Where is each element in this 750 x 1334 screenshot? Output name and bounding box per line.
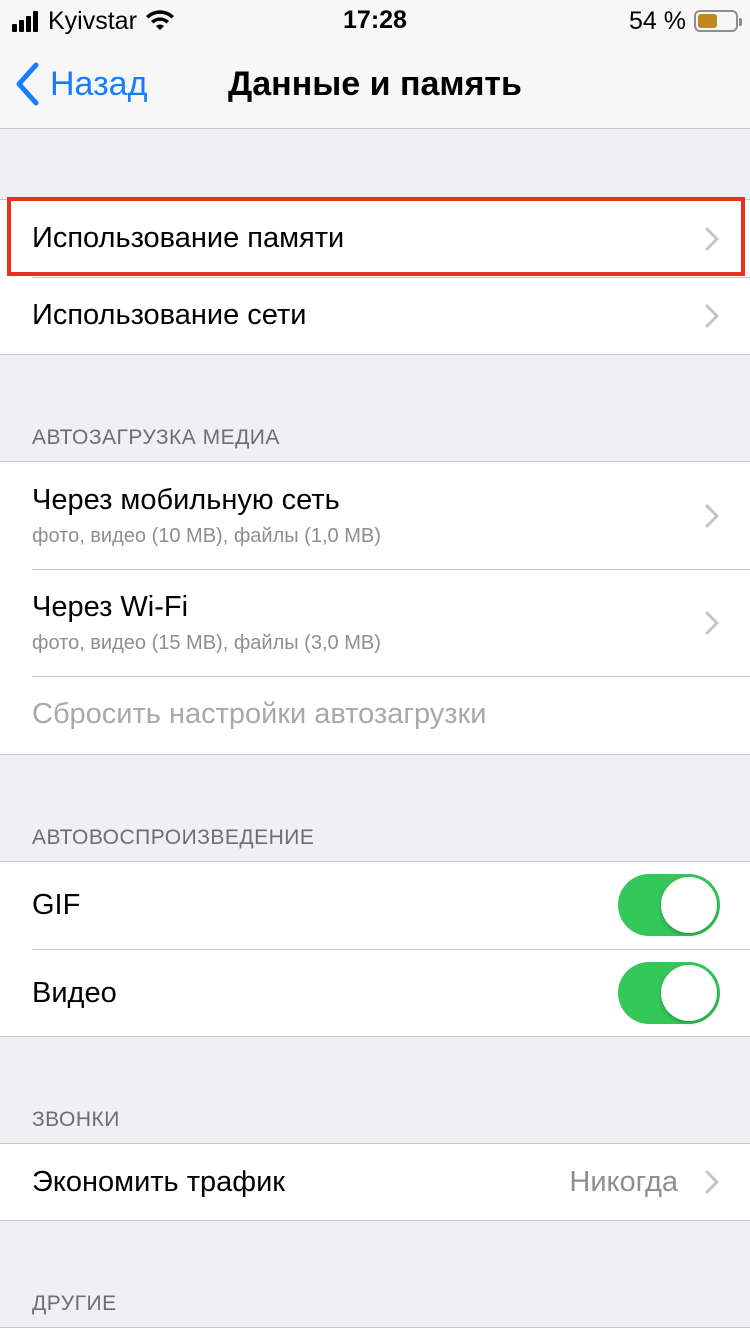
save-traffic-value: Никогда xyxy=(569,1166,678,1198)
section-header-calls: ЗВОНКИ xyxy=(32,1108,120,1131)
autoload-cellular-detail: фото, видео (10 MB), файлы (1,0 MB) xyxy=(32,525,381,547)
calls-group: Экономить трафик Никогда xyxy=(0,1143,750,1221)
chevron-right-icon xyxy=(705,304,719,328)
autoload-cellular-label: Через мобильную сеть xyxy=(32,484,340,516)
storage-usage-label: Использование памяти xyxy=(32,222,345,254)
video-autoplay-row: Видео xyxy=(0,949,750,1036)
other-group xyxy=(0,1327,750,1334)
gif-label: GIF xyxy=(32,889,81,921)
gif-autoplay-row: GIF xyxy=(0,862,750,949)
save-traffic-row[interactable]: Экономить трафик Никогда xyxy=(0,1144,750,1220)
chevron-right-icon xyxy=(705,611,719,635)
autoload-cellular-row[interactable]: Через мобильную сеть фото, видео (10 MB)… xyxy=(0,462,750,569)
section-header-other: ДРУГИЕ xyxy=(32,1292,117,1315)
section-header-autoplay: АВТОВОСПРОИЗВЕДЕНИЕ xyxy=(32,826,315,849)
battery-percent: 54 % xyxy=(629,6,686,35)
video-toggle[interactable] xyxy=(618,962,720,1024)
autoload-wifi-row[interactable]: Через Wi-Fi фото, видео (15 MB), файлы (… xyxy=(0,569,750,676)
autoplay-group: GIF Видео xyxy=(0,861,750,1037)
autoload-wifi-detail: фото, видео (15 MB), файлы (3,0 MB) xyxy=(32,632,381,654)
save-traffic-label: Экономить трафик xyxy=(32,1166,285,1198)
storage-usage-row[interactable]: Использование памяти xyxy=(0,200,750,277)
navigation-bar: Назад Данные и память xyxy=(0,40,750,129)
section-header-autoload: АВТОЗАГРУЗКА МЕДИА xyxy=(32,426,280,449)
status-right: 54 % xyxy=(629,6,742,36)
autoload-wifi-label: Через Wi-Fi xyxy=(32,591,189,623)
chevron-right-icon xyxy=(705,227,719,251)
reset-autoload-row[interactable]: Сбросить настройки автозагрузки xyxy=(0,676,750,754)
storage-group: Использование памяти Использование сети xyxy=(0,199,750,355)
gif-toggle[interactable] xyxy=(618,874,720,936)
autoload-group: Через мобильную сеть фото, видео (10 MB)… xyxy=(0,461,750,755)
battery-fill xyxy=(698,14,718,28)
chevron-right-icon xyxy=(705,1170,719,1194)
network-usage-label: Использование сети xyxy=(32,299,307,331)
video-label: Видео xyxy=(32,977,117,1009)
reset-autoload-label: Сбросить настройки автозагрузки xyxy=(32,698,487,730)
status-bar: Kyivstar 17:28 54 % xyxy=(0,0,750,40)
chevron-right-icon xyxy=(705,504,719,528)
network-usage-row[interactable]: Использование сети xyxy=(0,277,750,354)
page-title: Данные и память xyxy=(228,65,522,103)
battery-icon xyxy=(694,10,742,32)
